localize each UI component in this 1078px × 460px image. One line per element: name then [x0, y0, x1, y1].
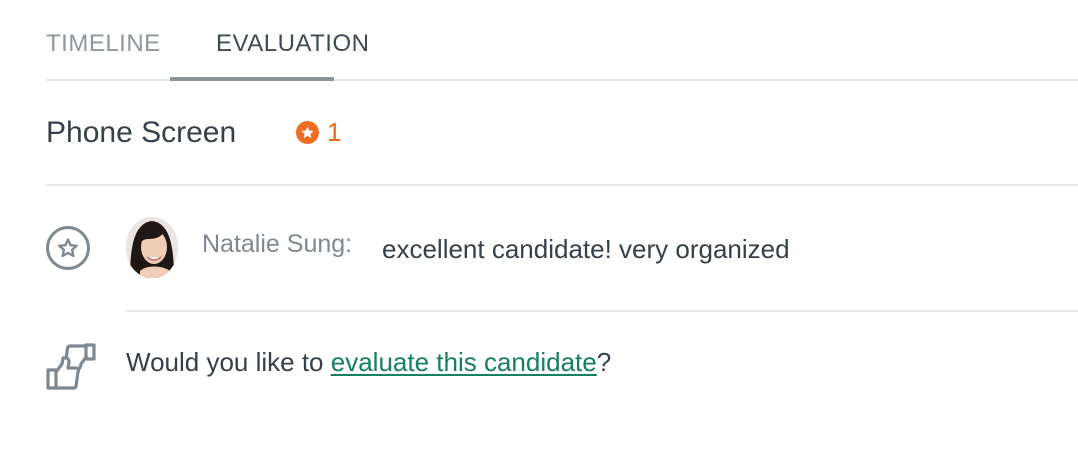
tab-evaluation[interactable]: EVALUATION	[216, 30, 369, 58]
evaluator-name: Natalie Sung:	[202, 230, 353, 258]
section-header: Phone Screen 1	[46, 82, 1078, 186]
evaluation-entry: Natalie Sung: excellent candidate! very …	[46, 186, 1078, 312]
evaluate-candidate-link[interactable]: evaluate this candidate	[331, 347, 597, 377]
avatar	[126, 217, 178, 278]
prompt-text: Would you like to evaluate this candidat…	[126, 347, 611, 377]
evaluation-comment: excellent candidate! very organized	[382, 234, 790, 264]
prompt-text-after: ?	[596, 347, 612, 377]
row-divider	[126, 310, 1078, 312]
active-tab-indicator	[170, 77, 334, 81]
evaluation-panel: TIMELINE EVALUATION Phone Screen 1 Natal…	[0, 0, 1078, 460]
evaluate-prompt: Would you like to evaluate this candidat…	[46, 340, 1078, 400]
tab-bar: TIMELINE EVALUATION	[46, 0, 1078, 81]
section-title: Phone Screen	[46, 116, 237, 149]
thumbs-up-down-icon	[46, 343, 96, 390]
rating-badge: 1	[296, 116, 342, 147]
prompt-text-before: Would you like to	[126, 347, 331, 377]
star-icon	[46, 226, 90, 270]
star-icon	[296, 120, 319, 144]
rating-count: 1	[327, 116, 342, 147]
tab-timeline[interactable]: TIMELINE	[46, 30, 161, 58]
